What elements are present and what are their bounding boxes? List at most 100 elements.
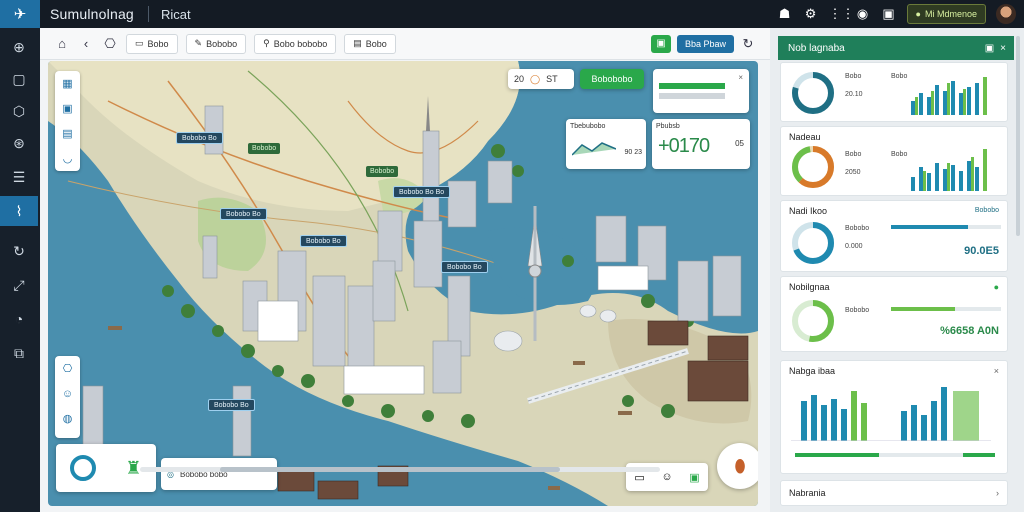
map-icon[interactable]: ⬡ bbox=[0, 96, 38, 126]
legend-bar-green bbox=[659, 83, 725, 89]
chevron-right-icon[interactable]: › bbox=[996, 488, 999, 498]
map-tools-lower: ⎔ ☺ ◍ bbox=[55, 356, 80, 438]
legend-card: × bbox=[653, 69, 749, 113]
expand-panel-icon[interactable]: ▣ bbox=[985, 43, 994, 54]
map-label[interactable]: Bobobo Bo bbox=[441, 261, 488, 273]
calendar-icon[interactable]: ▭ bbox=[634, 471, 644, 484]
map-target-icon[interactable]: ◡ bbox=[55, 146, 80, 171]
bar-chart-1 bbox=[911, 77, 987, 115]
stat-1b: 20.10 bbox=[845, 91, 863, 98]
folder-icon: ▤ bbox=[353, 38, 362, 48]
map-label[interactable]: Bobobo Bo bbox=[220, 208, 267, 220]
avatar[interactable] bbox=[996, 4, 1016, 24]
back-icon[interactable]: ‹ bbox=[78, 36, 94, 51]
panel-scrollbar[interactable] bbox=[1016, 36, 1020, 236]
user-badge-text: Mi Mdmenoe bbox=[924, 9, 977, 19]
stat-card-5-close-icon[interactable]: × bbox=[994, 366, 999, 376]
add-layer-button[interactable]: ▣ bbox=[650, 34, 671, 53]
check-icon[interactable]: ▣ bbox=[689, 471, 699, 484]
stat-2c: Bobo bbox=[891, 151, 908, 158]
toolbar-button-4[interactable]: ▤ Bobo bbox=[344, 33, 396, 54]
lock-icon[interactable]: ⎔ bbox=[102, 36, 118, 52]
map-badge-icon[interactable]: ◍ bbox=[55, 406, 80, 431]
stat-card-2-title: Nadeau bbox=[789, 132, 821, 142]
stat-card-5-title: Nabga ibaa bbox=[789, 366, 836, 376]
stat-3-label: Bobobo bbox=[845, 225, 870, 232]
toolbar-button-4-label: Bobo bbox=[365, 38, 387, 49]
map-label[interactable]: Bobobo Bo bbox=[300, 235, 347, 247]
app-title: Sumulnolnag bbox=[50, 6, 134, 22]
home-icon[interactable]: ⌂ bbox=[54, 36, 70, 51]
map-tools: ▦ ▣ ▤ ◡ bbox=[55, 71, 80, 171]
stat-card-4-toggle-icon[interactable]: ● bbox=[994, 282, 999, 292]
toolbar-primary-button[interactable]: Bba Pbaw bbox=[676, 34, 734, 53]
stat-card-3-title: Nadi Ikoo bbox=[789, 206, 828, 216]
notification-icon[interactable]: ☗ bbox=[777, 6, 793, 22]
close-icon[interactable]: × bbox=[738, 73, 743, 82]
map-smile-icon[interactable]: ☺ bbox=[55, 381, 80, 406]
top-bar: ✈ Sumulnolnag Ricat ☗ ⚙ ⋮⋮ ◉ ▣ ● Mi Mdmen… bbox=[0, 0, 1024, 28]
link-icon: ⚲ bbox=[263, 38, 270, 48]
stat-card-4: Nobilgnaa ● Bobobo %6658 A0N bbox=[780, 276, 1008, 352]
refresh-icon[interactable]: ↻ bbox=[0, 236, 38, 266]
map-label[interactable]: Bobobo Bo bbox=[176, 132, 223, 144]
expand-icon[interactable]: ⤢ bbox=[0, 270, 38, 300]
scrollbar-thumb[interactable] bbox=[220, 467, 560, 472]
donut-chart-1 bbox=[792, 72, 834, 114]
smile-icon[interactable]: ☺ bbox=[661, 471, 672, 483]
stat-card-5-progress-fill-right bbox=[963, 453, 995, 457]
toolbar: ⌂ ‹ ⎔ ▭ Bobo ✎ Bobobo ⚲ Bobo bobobo ▤ Bobo ▣… bbox=[40, 28, 770, 60]
grid-icon[interactable]: ⋮⋮ bbox=[829, 6, 855, 22]
donut-chart-3 bbox=[792, 222, 834, 264]
map-primary-button[interactable]: Bobobobo bbox=[580, 69, 644, 89]
toolbar-right: ▣ Bba Pbaw ↻ bbox=[650, 34, 770, 53]
bar-chart-2 bbox=[911, 149, 987, 191]
map-layers-icon[interactable]: ▦ bbox=[55, 71, 80, 96]
trend-sparkline bbox=[572, 142, 616, 156]
scale-control[interactable]: 20 ◯ ST bbox=[508, 69, 574, 89]
stat-card-6[interactable]: Nabrania › bbox=[780, 480, 1008, 506]
help-icon[interactable]: ◉ bbox=[855, 6, 871, 22]
map-save-icon[interactable]: ▣ bbox=[55, 96, 80, 121]
location-pin-button[interactable]: ⬮ bbox=[717, 443, 758, 489]
globe-icon[interactable]: ⊕ bbox=[0, 32, 38, 62]
badge-icon: ● bbox=[915, 9, 921, 19]
toolbar-button-3[interactable]: ⚲ Bobo bobobo bbox=[254, 33, 337, 54]
edit-icon: ✎ bbox=[194, 38, 203, 48]
toolbar-button-1-label: Bobo bbox=[147, 38, 169, 49]
left-rail: ⊕ ▢ ⬡ ⊛ ☰ ⌇ ↻ ⤢ ◔ ⧉ bbox=[0, 28, 40, 512]
settings-icon[interactable]: ⚙ bbox=[803, 6, 819, 22]
stat-card-4-title: Nobilgnaa bbox=[789, 282, 830, 292]
sync-icon[interactable]: ↻ bbox=[740, 36, 756, 52]
chat-icon[interactable]: ▢ bbox=[0, 64, 38, 94]
panel-title: Nob lagnaba bbox=[788, 42, 845, 54]
analytics-panel: Nob lagnaba ▣ × Bobo 20.10 Bobo Nadeau Bo… bbox=[770, 28, 1024, 512]
map-label[interactable]: Bobobo Bo Bo bbox=[393, 186, 451, 198]
map-folder-icon[interactable]: ▤ bbox=[55, 121, 80, 146]
toolbar-button-2-label: Bobobo bbox=[206, 38, 238, 49]
close-panel-icon[interactable]: × bbox=[1000, 43, 1006, 54]
user-badge[interactable]: ● Mi Mdmenoe bbox=[906, 4, 986, 24]
layers-icon[interactable]: ⧉ bbox=[0, 338, 38, 368]
progress-ring-icon bbox=[70, 455, 97, 481]
horizontal-scrollbar[interactable] bbox=[140, 467, 660, 472]
toolbar-button-1[interactable]: ▭ Bobo bbox=[126, 33, 178, 54]
map-view[interactable]: ▦ ▣ ▤ ◡ ⎔ ☺ ◍ Bobobo Bo Bobobo Bo Bobobo… bbox=[48, 61, 758, 506]
panel-header-actions: ▣ × bbox=[985, 43, 1014, 54]
route-icon[interactable]: ⌇ bbox=[0, 196, 38, 226]
compass-icon[interactable]: ⊛ bbox=[0, 128, 38, 158]
map-lock-icon[interactable]: ⎔ bbox=[55, 356, 80, 381]
topbar-actions: ☗ ⚙ ⋮⋮ ◉ ▣ ● Mi Mdmenoe bbox=[777, 4, 1024, 24]
toolbar-button-2[interactable]: ✎ Bobobo bbox=[185, 33, 247, 54]
main-area: ⌂ ‹ ⎔ ▭ Bobo ✎ Bobobo ⚲ Bobo bobobo ▤ Bobo ▣… bbox=[40, 28, 770, 512]
map-label[interactable]: Bobobo Bo bbox=[208, 399, 255, 411]
app-window: { "app":{"title":"Sumulnolnag","subtitle… bbox=[0, 0, 1024, 512]
stat-card-5-progress-fill bbox=[795, 453, 879, 457]
stat-1a: Bobo bbox=[845, 73, 862, 80]
lock-icon[interactable]: ▣ bbox=[881, 6, 897, 22]
stat-1c: Bobo bbox=[891, 73, 908, 80]
map-green-tag: Bobobo bbox=[366, 166, 399, 177]
gauge-icon[interactable]: ◔ bbox=[0, 304, 38, 334]
bottom-status: ◎ Bobobo bobo bbox=[161, 458, 277, 490]
list-icon[interactable]: ☰ bbox=[0, 162, 38, 192]
